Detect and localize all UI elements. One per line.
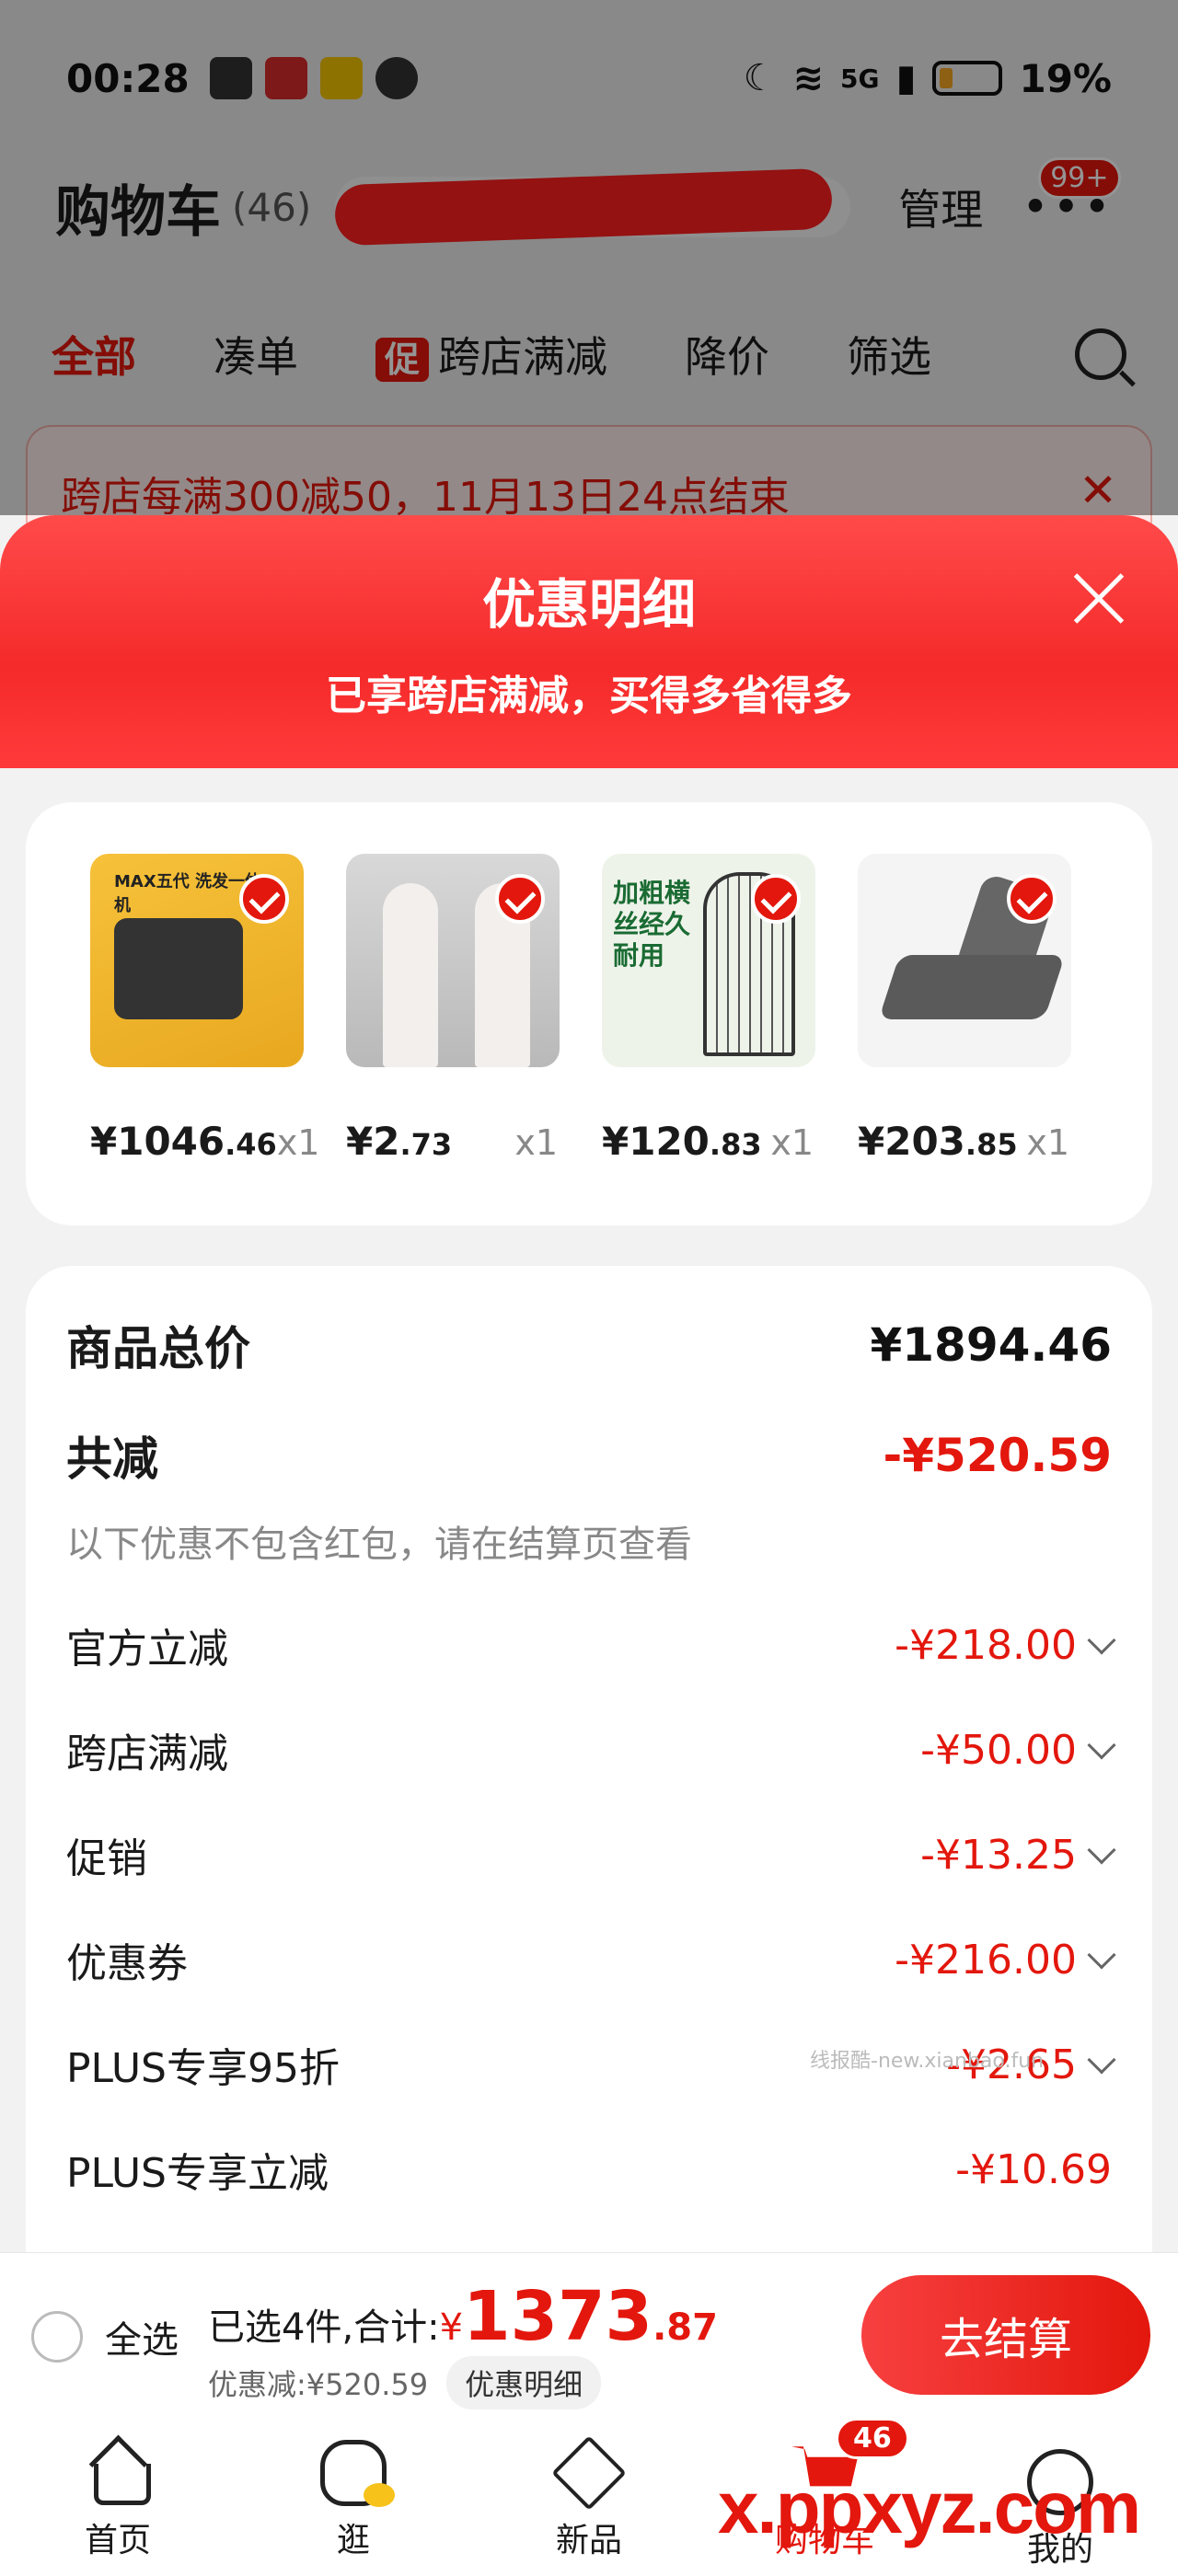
discount-value: -¥10.69 — [955, 2145, 1112, 2193]
total-reduce-row: 共减 -¥520.59 — [66, 1422, 1112, 1489]
total-amount-decimal: .87 — [653, 2306, 718, 2349]
total-price-row: 商品总价 ¥1894.46 — [66, 1312, 1112, 1378]
modal-overlay[interactable] — [0, 0, 1178, 515]
discount-note: 以下优惠不包含红包，请在结算页查看 — [66, 1524, 692, 1566]
product-qty: x1 — [770, 1122, 814, 1163]
product-item[interactable]: ¥2.73 x1 — [346, 854, 567, 1164]
product-thumbnail — [346, 854, 560, 1067]
cart-badge: 46 — [836, 2418, 909, 2459]
home-icon — [85, 2440, 151, 2506]
discount-line: 优惠减:¥520.59 优惠明细 — [208, 2356, 602, 2409]
sheet-subtitle: 已享跨店满减，买得多省得多 — [326, 673, 852, 719]
discount-row[interactable]: 优惠券 -¥216.00 — [66, 1930, 1116, 1989]
select-all-label: 全选 — [105, 2319, 179, 2362]
total-amount: 1373 — [463, 2277, 653, 2356]
checkout-button[interactable]: 去结算 — [861, 2275, 1150, 2395]
product-price: ¥120 — [602, 1119, 710, 1164]
discount-label: PLUS专享95折 — [66, 2045, 340, 2092]
product-price-decimal: .46 — [225, 1127, 277, 1162]
discount-row[interactable]: 官方立减 -¥218.00 — [66, 1616, 1116, 1674]
discount-label: 官方立减 — [66, 1626, 228, 1673]
nav-new[interactable]: 新品 — [471, 2418, 707, 2576]
sheet-title: 优惠明细 — [481, 573, 696, 636]
checkout-bar: 全选 已选4件,合计: ¥ 1373 .87 优惠减:¥520.59 优惠明细 … — [0, 2252, 1178, 2418]
discount-row: PLUS专享立减 -¥10.69 — [66, 2140, 1112, 2199]
chevron-down-icon — [1087, 1835, 1116, 1865]
product-price-decimal: .85 — [964, 1127, 1018, 1162]
product-thumbnail: 加粗横丝经久耐用 — [602, 854, 815, 1067]
discount-value: -¥50.00 — [920, 1726, 1077, 1774]
product-price: ¥1046 — [90, 1119, 225, 1164]
product-price-decimal: .83 — [709, 1127, 762, 1162]
brand-watermark: x.ppxyz.com — [718, 2467, 1141, 2548]
product-thumbnail — [858, 854, 1071, 1067]
discount-label: PLUS专享立减 — [66, 2150, 329, 2197]
thumb-text: 加粗横丝经久耐用 — [613, 878, 691, 971]
product-price-decimal: .73 — [399, 1127, 453, 1162]
select-all-toggle[interactable]: 全选 — [31, 2310, 179, 2363]
nav-label: 新品 — [555, 2522, 622, 2559]
chevron-down-icon — [1087, 1626, 1116, 1655]
product-price: ¥2 — [346, 1119, 400, 1164]
check-icon[interactable] — [495, 874, 545, 924]
discount-detail-button[interactable]: 优惠明细 — [446, 2356, 602, 2409]
watermark-text: 线报酷-new.xianbao.fun — [810, 2050, 1045, 2073]
discount-label: 跨店满减 — [66, 1731, 228, 1777]
product-item[interactable]: 加粗横丝经久耐用 ¥120.83 x1 — [602, 854, 823, 1164]
new-product-icon — [551, 2435, 627, 2511]
chevron-down-icon — [1087, 2045, 1116, 2075]
radio-icon[interactable] — [31, 2311, 83, 2363]
stroll-icon — [320, 2440, 395, 2507]
discount-value: -¥13.25 — [920, 1831, 1077, 1879]
check-icon[interactable] — [239, 874, 289, 924]
sheet-header: 优惠明细 已享跨店满减，买得多省得多 — [0, 515, 1178, 768]
product-qty: x1 — [276, 1122, 320, 1163]
chevron-down-icon — [1087, 1731, 1116, 1760]
chevron-down-icon — [1087, 1940, 1116, 1970]
check-icon[interactable] — [751, 874, 801, 924]
nav-label: 首页 — [84, 2522, 151, 2559]
total-line: 已选4件,合计: ¥ 1373 .87 — [208, 2277, 718, 2356]
close-icon[interactable] — [1071, 570, 1126, 626]
discount-value: -¥216.00 — [895, 1936, 1077, 1984]
discount-label: 促销 — [66, 1835, 147, 1882]
discount-row[interactable]: 促销 -¥13.25 — [66, 1825, 1116, 1884]
total-price-label: 商品总价 — [66, 1322, 250, 1375]
product-price: ¥203 — [858, 1119, 965, 1164]
total-currency: ¥ — [439, 2306, 464, 2349]
product-item[interactable]: MAX五代 洗发一体机 ¥1046.46 x1 — [90, 854, 319, 1164]
discount-value: -¥218.00 — [895, 1621, 1077, 1669]
selected-products: MAX五代 洗发一体机 ¥1046.46 x1 ¥2.73 x1 加粗横丝经久耐用 … — [26, 802, 1152, 1225]
nav-home[interactable]: 首页 — [0, 2418, 236, 2576]
total-reduce-label: 共减 — [66, 1432, 158, 1486]
discount-row[interactable]: 跨店满减 -¥50.00 — [66, 1720, 1116, 1779]
product-qty: x1 — [514, 1122, 558, 1163]
total-price-value: ¥1894.46 — [870, 1318, 1112, 1372]
selected-count-label: 已选4件,合计: — [208, 2306, 440, 2349]
discount-label: 优惠券 — [66, 1940, 188, 1987]
product-qty: x1 — [1026, 1122, 1069, 1163]
product-thumbnail: MAX五代 洗发一体机 — [90, 854, 304, 1067]
total-reduce-value: -¥520.59 — [883, 1429, 1113, 1482]
discount-summary: 优惠减:¥520.59 — [208, 2367, 429, 2402]
product-item[interactable]: ¥203.85 x1 — [858, 854, 1079, 1164]
nav-label: 逛 — [336, 2522, 370, 2559]
check-icon[interactable] — [1007, 874, 1057, 924]
nav-stroll[interactable]: 逛 — [236, 2418, 471, 2576]
